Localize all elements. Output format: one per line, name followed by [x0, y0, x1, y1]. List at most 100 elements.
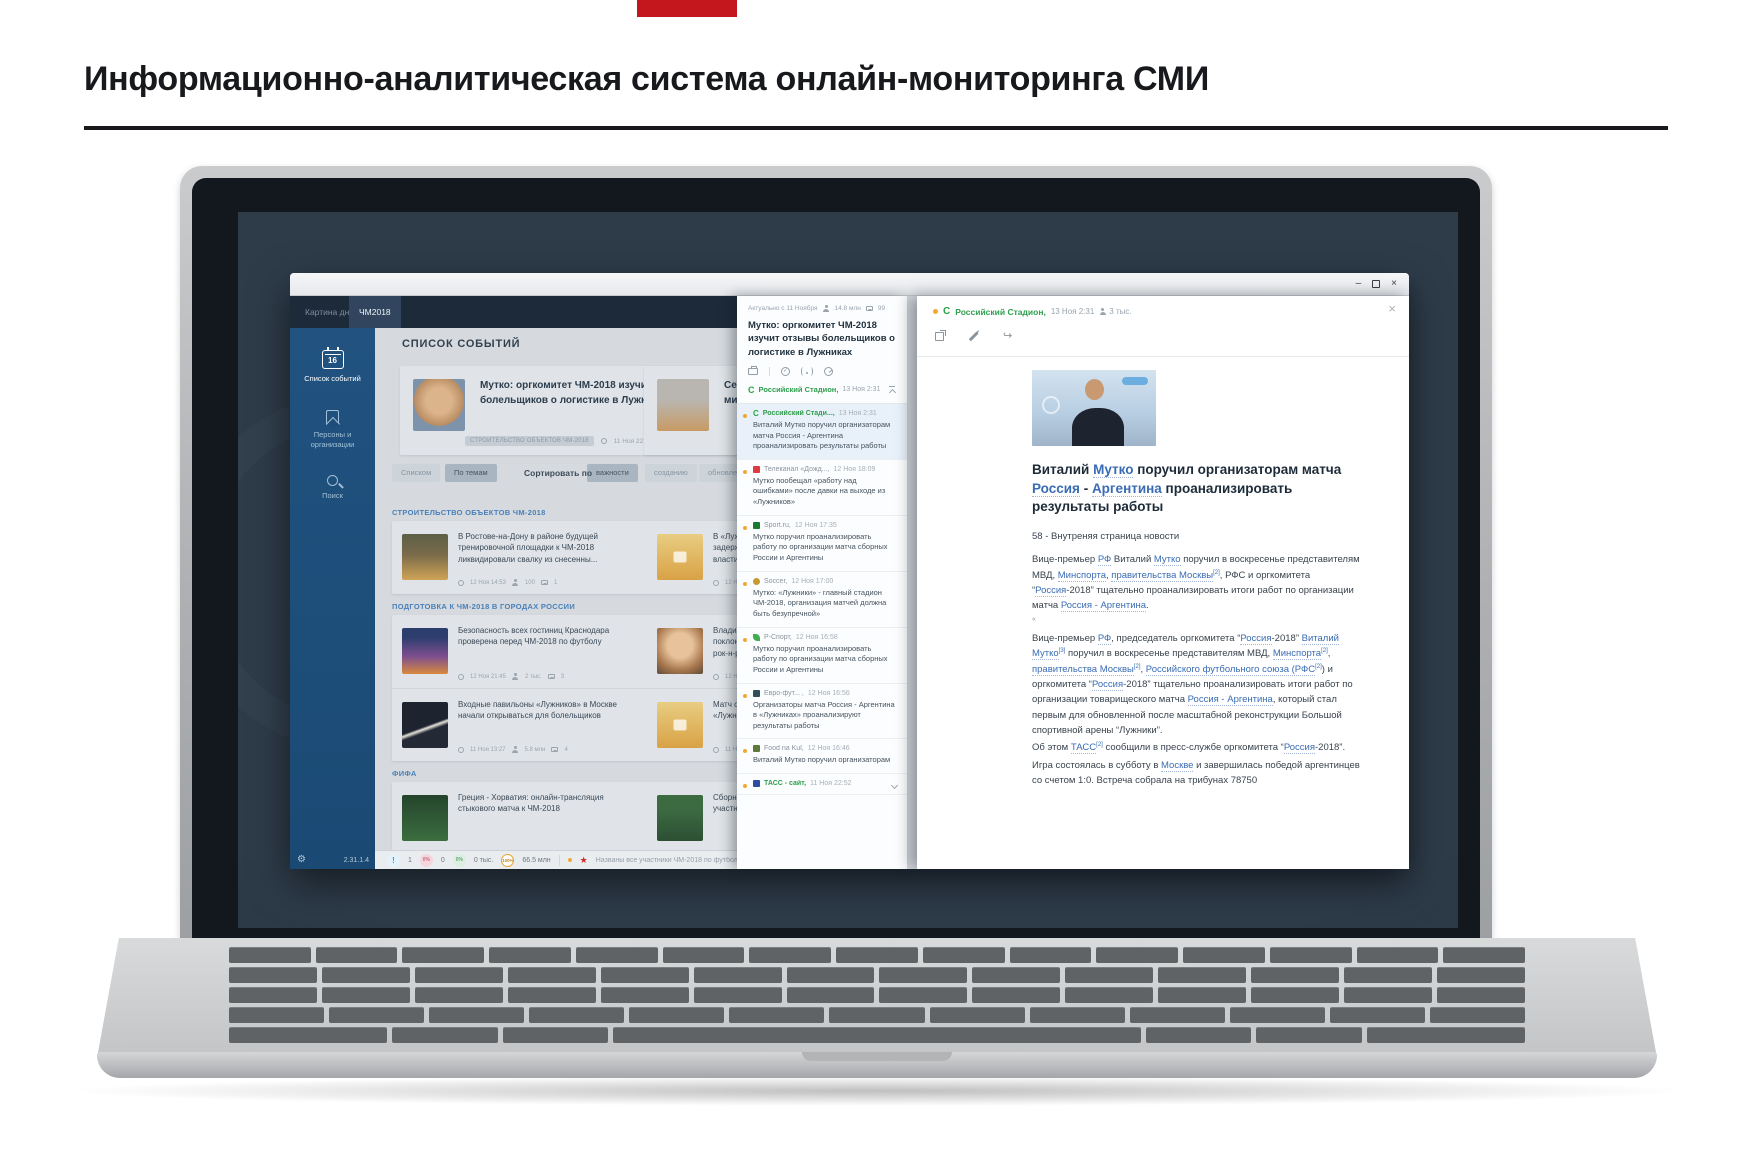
- entity-link[interactable]: Россия: [1035, 585, 1066, 597]
- gauge-icon[interactable]: [824, 367, 833, 376]
- edit-icon[interactable]: [969, 332, 979, 342]
- feed-source-name: Soccer,: [764, 578, 787, 585]
- event-item[interactable]: Безопасность всех гостиниц Краснодара пр…: [392, 615, 647, 688]
- feed-item[interactable]: Р-Спорт,12 Ноя 16:58Мутко поручил проана…: [737, 628, 907, 684]
- article-audience-value: 3 тыс.: [1109, 307, 1131, 316]
- minimize-icon[interactable]: –: [1356, 277, 1362, 291]
- entity-link[interactable]: Россия: [1032, 481, 1080, 497]
- page: Информационно-аналитическая система онла…: [0, 0, 1754, 1158]
- reference-superscript[interactable]: [2]: [1321, 648, 1328, 654]
- feed-item[interactable]: Food na Kul,12 Ноя 16:46Виталий Мутко по…: [737, 739, 907, 774]
- event-title: Серми: [724, 379, 737, 408]
- reference-superscript[interactable]: [2]: [1213, 569, 1220, 575]
- sort-option[interactable]: созданию: [645, 464, 697, 482]
- keyboard-row: [229, 947, 1525, 963]
- gear-icon[interactable]: ⚙: [297, 855, 306, 865]
- entity-link[interactable]: Мутко: [1093, 462, 1133, 478]
- entity-link[interactable]: Россия - Аргентина: [1188, 694, 1273, 706]
- feed-item[interactable]: Евро-фут... ,12 Ноя 16:56Организаторы ма…: [737, 684, 907, 740]
- print-icon[interactable]: [748, 368, 758, 375]
- reference-superscript[interactable]: [2]: [1315, 663, 1322, 669]
- tab-cm2018[interactable]: ЧМ2018: [349, 296, 401, 328]
- entity-link[interactable]: ТАСС: [1071, 742, 1096, 754]
- entity-link[interactable]: Россия: [1240, 633, 1271, 645]
- text-segment: Игра состоялась в субботу в: [1032, 760, 1161, 771]
- entity-link[interactable]: РФ: [1098, 554, 1111, 566]
- audience-icon: [1099, 308, 1106, 315]
- reference-superscript[interactable]: [2]: [1096, 742, 1103, 748]
- article-paragraph: Игра состоялась в субботу в Москве и зав…: [1032, 758, 1366, 789]
- entity-link[interactable]: Аргентина: [1092, 481, 1162, 497]
- event-item[interactable]: Владимир Аветисян пообпоклонникам успеть…: [647, 615, 737, 688]
- entity-link[interactable]: правительства Москвы: [1111, 570, 1213, 582]
- article-source-name[interactable]: Российский Стадион,: [955, 307, 1046, 317]
- feed-item-header: Soccer,12 Ноя 17:00: [753, 578, 897, 585]
- feed-audience: 14.8 млн: [835, 305, 861, 312]
- close-panel-icon[interactable]: ×: [1388, 302, 1396, 315]
- keyboard-key: [503, 1027, 609, 1043]
- entity-link[interactable]: правительства Москвы: [1032, 664, 1134, 676]
- event-item[interactable]: Сборная Швейцарии сталаучастником чемпио…: [647, 782, 737, 855]
- close-icon[interactable]: ×: [1391, 277, 1397, 291]
- keyboard-key: [1230, 1007, 1325, 1023]
- keyboard-key: [879, 967, 967, 983]
- entity-link[interactable]: Россия: [1092, 679, 1123, 691]
- event-item[interactable]: Греция - Хорватия: онлайн-трансляция сты…: [392, 782, 647, 855]
- entity-link[interactable]: Москве: [1161, 760, 1193, 772]
- status-message[interactable]: Названы все участники ЧМ-2018 по футболу: [596, 857, 737, 864]
- entity-link[interactable]: Мутко: [1154, 554, 1181, 566]
- feed-source-name: Food na Kul,: [764, 745, 804, 752]
- calendar-day: 16: [323, 356, 343, 366]
- window-titlebar[interactable]: – ×: [290, 273, 1409, 296]
- text-segment: «: [1032, 616, 1036, 623]
- sidebar-item-search[interactable]: Поиск: [290, 471, 375, 505]
- entity-link[interactable]: Россия - Аргентина: [1061, 600, 1146, 612]
- event-item[interactable]: Входные павильоны «Лужников» в Москве на…: [392, 689, 647, 761]
- keyboard-key: [1344, 987, 1432, 1003]
- featured-event-card[interactable]: Серми: [644, 366, 737, 455]
- entity-link[interactable]: Россия: [1284, 742, 1315, 754]
- view-toggle-as-list[interactable]: Списком: [392, 464, 440, 482]
- entity-link[interactable]: РФ: [1098, 633, 1111, 645]
- event-audience: 5.8 млн: [525, 747, 546, 753]
- reference-superscript[interactable]: [2]: [1134, 663, 1141, 669]
- feed-item[interactable]: ТАСС - сайт,11 Ноя 22:52: [737, 774, 907, 795]
- feed-source-name: ТАСС - сайт,: [764, 780, 806, 787]
- maximize-icon[interactable]: [1372, 280, 1380, 288]
- keyboard-key: [1270, 947, 1352, 963]
- sidebar-item-events[interactable]: 16Список событий: [290, 346, 375, 388]
- share-icon[interactable]: ↪: [1003, 332, 1012, 341]
- sort-option[interactable]: важности: [587, 464, 638, 482]
- entity-link[interactable]: Минспорта: [1273, 648, 1321, 660]
- event-meta: 12 Ноя 20:51: [713, 580, 737, 586]
- feed-source-row[interactable]: С Российский Стадион, 13 Ноя 2:31: [748, 385, 896, 395]
- sort-option[interactable]: обновлению: [699, 464, 737, 482]
- audience-icon: [512, 673, 519, 680]
- feed-item-text: Мутко поручил проанализировать работу по…: [753, 644, 897, 676]
- event-text-line: задержке болельщиков пр: [713, 542, 737, 553]
- section-title: ПОДГОТОВКА К ЧМ-2018 В ГОРОДАХ РОССИИ: [392, 602, 737, 611]
- event-meta: 12 Ноя 14:531001: [458, 579, 557, 586]
- keyboard-key: [1437, 987, 1525, 1003]
- unread-dot-icon: [743, 582, 747, 586]
- feed-item[interactable]: Телеканал «Дожд...,12 Ноя 18:09Мутко поо…: [737, 460, 907, 516]
- entity-link[interactable]: Российского футбольного союза (РФС: [1146, 664, 1315, 676]
- topic-badge[interactable]: СТРОИТЕЛЬСТВО ОБЪЕКТОВ ЧМ-2018: [465, 436, 594, 446]
- open-external-icon[interactable]: [935, 332, 944, 341]
- keyboard-key: [729, 1007, 824, 1023]
- feed-item[interactable]: СРоссийский Стади...,13 Ноя 2:31Виталий …: [737, 404, 907, 460]
- broadcast-icon[interactable]: [801, 367, 813, 376]
- feed-item[interactable]: Soccer,12 Ноя 17:00Мутко: «Лужники» - гл…: [737, 572, 907, 628]
- sidebar-item-persons[interactable]: Персоны и организации: [290, 406, 375, 454]
- event-comments: 1: [554, 580, 557, 586]
- event-item[interactable]: Матч открытия столичного«Лужники» пройде…: [647, 689, 737, 761]
- text-segment: поручил в воскресенье представителям МВД…: [1065, 648, 1272, 659]
- view-toggle-by-topic[interactable]: По темам: [445, 464, 497, 482]
- feed-item[interactable]: Sport.ru,12 Ноя 17:35Мутко поручил проан…: [737, 516, 907, 572]
- entity-link[interactable]: Минспорта: [1058, 570, 1106, 582]
- check-circle-icon[interactable]: ✓: [781, 367, 790, 376]
- event-item[interactable]: В Ростове-на-Дону в районе будущей трени…: [392, 521, 647, 594]
- event-item[interactable]: В «Лужниках» заявили, чтозадержке болель…: [647, 521, 737, 594]
- collapse-to-top-icon[interactable]: [888, 386, 896, 394]
- pink-counter-icon: 0%: [420, 854, 433, 867]
